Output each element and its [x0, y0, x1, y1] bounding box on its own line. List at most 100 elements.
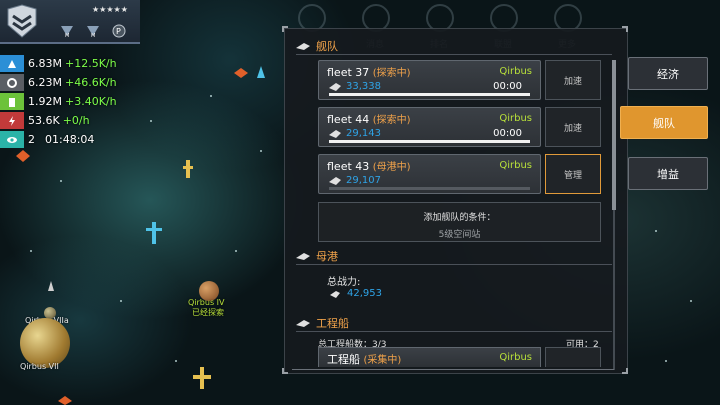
resource-energy[interactable]: 53.6K +0/h	[0, 111, 150, 130]
section-divider	[296, 331, 612, 332]
svg-text:P: P	[116, 27, 121, 36]
ship-icon	[330, 291, 340, 298]
fleet-location: Qirbus	[499, 113, 532, 124]
ship-icon	[329, 177, 341, 185]
resource-amount: 53.6K	[28, 114, 60, 127]
station-icon[interactable]	[183, 160, 193, 178]
fleets-section-header: 舰队	[296, 38, 338, 54]
alert-row[interactable]	[0, 149, 150, 163]
p-badge-icon[interactable]: P	[112, 24, 126, 38]
energy-icon	[0, 112, 24, 129]
fleet-timer: 00:00	[493, 128, 522, 139]
panel-corner	[622, 368, 628, 374]
fleet-card[interactable]: fleet 37 (探索中) Qirbus 33,338 00:00	[318, 60, 541, 100]
star	[175, 360, 177, 362]
engineering-ship-card[interactable]: 工程船 (采集中) Qirbus	[318, 347, 541, 367]
fleet-power: 29,107	[346, 175, 381, 186]
resource-scout[interactable]: 2 01:48:04	[0, 130, 150, 149]
tab-buffs[interactable]: 增益	[628, 157, 708, 190]
section-title: 舰队	[316, 40, 338, 53]
station-icon[interactable]	[193, 367, 211, 389]
panel-corner	[282, 26, 288, 32]
resource-amount: 2	[28, 133, 35, 146]
enemy-ship-icon	[16, 150, 30, 162]
add-fleet-condition: 添加舰队的条件： 5级空间站	[318, 202, 601, 242]
fleet-name: fleet 44 (探索中)	[327, 113, 411, 126]
resource-timer: 01:48:04	[45, 133, 95, 146]
total-power-label: 总战力:	[327, 277, 361, 288]
planet-qirbus-vii[interactable]	[20, 318, 70, 368]
home-section-header: 母港	[296, 248, 338, 264]
section-divider	[296, 54, 612, 55]
star	[30, 250, 32, 252]
star	[150, 120, 152, 122]
resource-amount: 6.83M	[28, 57, 62, 70]
ship-icon	[329, 83, 341, 91]
station-icon[interactable]	[146, 222, 162, 244]
resource-fuel[interactable]: 1.92M +3.40K/h	[0, 92, 150, 111]
engineering-ship-name: 工程船 (采集中)	[327, 353, 402, 366]
fleet-timer: 00:00	[493, 81, 522, 92]
section-divider	[296, 264, 612, 265]
resource-rate: +3.40K/h	[64, 95, 117, 108]
resource-metal[interactable]: 6.23M +46.6K/h	[0, 73, 150, 92]
fuel-icon	[0, 93, 24, 110]
svg-text:M: M	[91, 33, 95, 38]
engineering-ship-location: Qirbus	[499, 352, 532, 363]
m-badge-icon[interactable]: M	[60, 24, 74, 38]
player-badge[interactable]: ★★★★★ M M P	[0, 0, 140, 44]
tab-fleet[interactable]: 舰队	[620, 106, 708, 139]
resource-amount: 1.92M	[28, 95, 62, 108]
resource-rate: +46.6K/h	[64, 76, 117, 89]
resource-amount: 6.23M	[28, 76, 62, 89]
star	[210, 95, 212, 97]
speed-up-button[interactable]: 加速	[545, 60, 601, 100]
rating-stars: ★★★★★	[92, 5, 128, 14]
fleet-name: fleet 43 (母港中)	[327, 160, 411, 173]
add-fleet-condition-title: 添加舰队的条件：	[423, 213, 496, 223]
planet-qirbus-iv-status: 已经探索	[192, 308, 224, 317]
fleet-name: fleet 37 (探索中)	[327, 66, 411, 79]
section-title: 工程船	[316, 317, 349, 330]
swirl-icon	[0, 74, 24, 91]
manage-button[interactable]: 管理	[545, 154, 601, 194]
fleet-progress-fill	[329, 140, 530, 143]
panel-corner	[622, 26, 628, 32]
ship-icon	[329, 130, 341, 138]
ship-icon[interactable]	[257, 66, 265, 78]
resource-list: 6.83M +12.5K/h 6.23M +46.6K/h 1.92M +3.4…	[0, 54, 150, 163]
scrollbar-thumb[interactable]	[612, 60, 616, 210]
engineering-action-button[interactable]	[545, 347, 601, 367]
ship-icon	[296, 252, 310, 260]
star	[260, 150, 262, 152]
resource-rate: +0/h	[62, 114, 90, 127]
speed-up-button[interactable]: 加速	[545, 107, 601, 147]
crystal-icon	[0, 55, 24, 72]
ship-icon[interactable]	[48, 281, 54, 291]
planet-qirbus-vii-label: Qirbus VII	[20, 362, 59, 371]
star	[235, 250, 237, 252]
fleet-progress-track	[329, 187, 530, 190]
star	[655, 230, 657, 232]
fleet-power: 33,338	[346, 81, 381, 92]
resource-crystal[interactable]: 6.83M +12.5K/h	[0, 54, 150, 73]
enemy-ship-icon[interactable]	[234, 68, 248, 78]
star	[690, 300, 692, 302]
section-title: 母港	[316, 250, 338, 263]
star	[60, 180, 62, 182]
m-badge-icon[interactable]: M	[86, 24, 100, 38]
fleet-power: 29,143	[346, 128, 381, 139]
fleet-card[interactable]: fleet 44 (探索中) Qirbus 29,143 00:00	[318, 107, 541, 147]
add-fleet-condition-value: 5级空间站	[438, 230, 481, 240]
ship-icon	[296, 319, 310, 327]
star	[665, 360, 667, 362]
fleet-card[interactable]: fleet 43 (母港中) Qirbus 29,107	[318, 154, 541, 194]
star	[120, 300, 122, 302]
fleet-progress-fill	[329, 93, 530, 96]
fleet-location: Qirbus	[499, 66, 532, 77]
svg-text:M: M	[65, 33, 69, 38]
engineering-section-header: 工程船	[296, 315, 349, 331]
planet-qirbus-iv-label: Qirbus IV	[188, 298, 225, 307]
enemy-ship-icon[interactable]	[58, 396, 72, 405]
tab-economy[interactable]: 经济	[628, 57, 708, 90]
